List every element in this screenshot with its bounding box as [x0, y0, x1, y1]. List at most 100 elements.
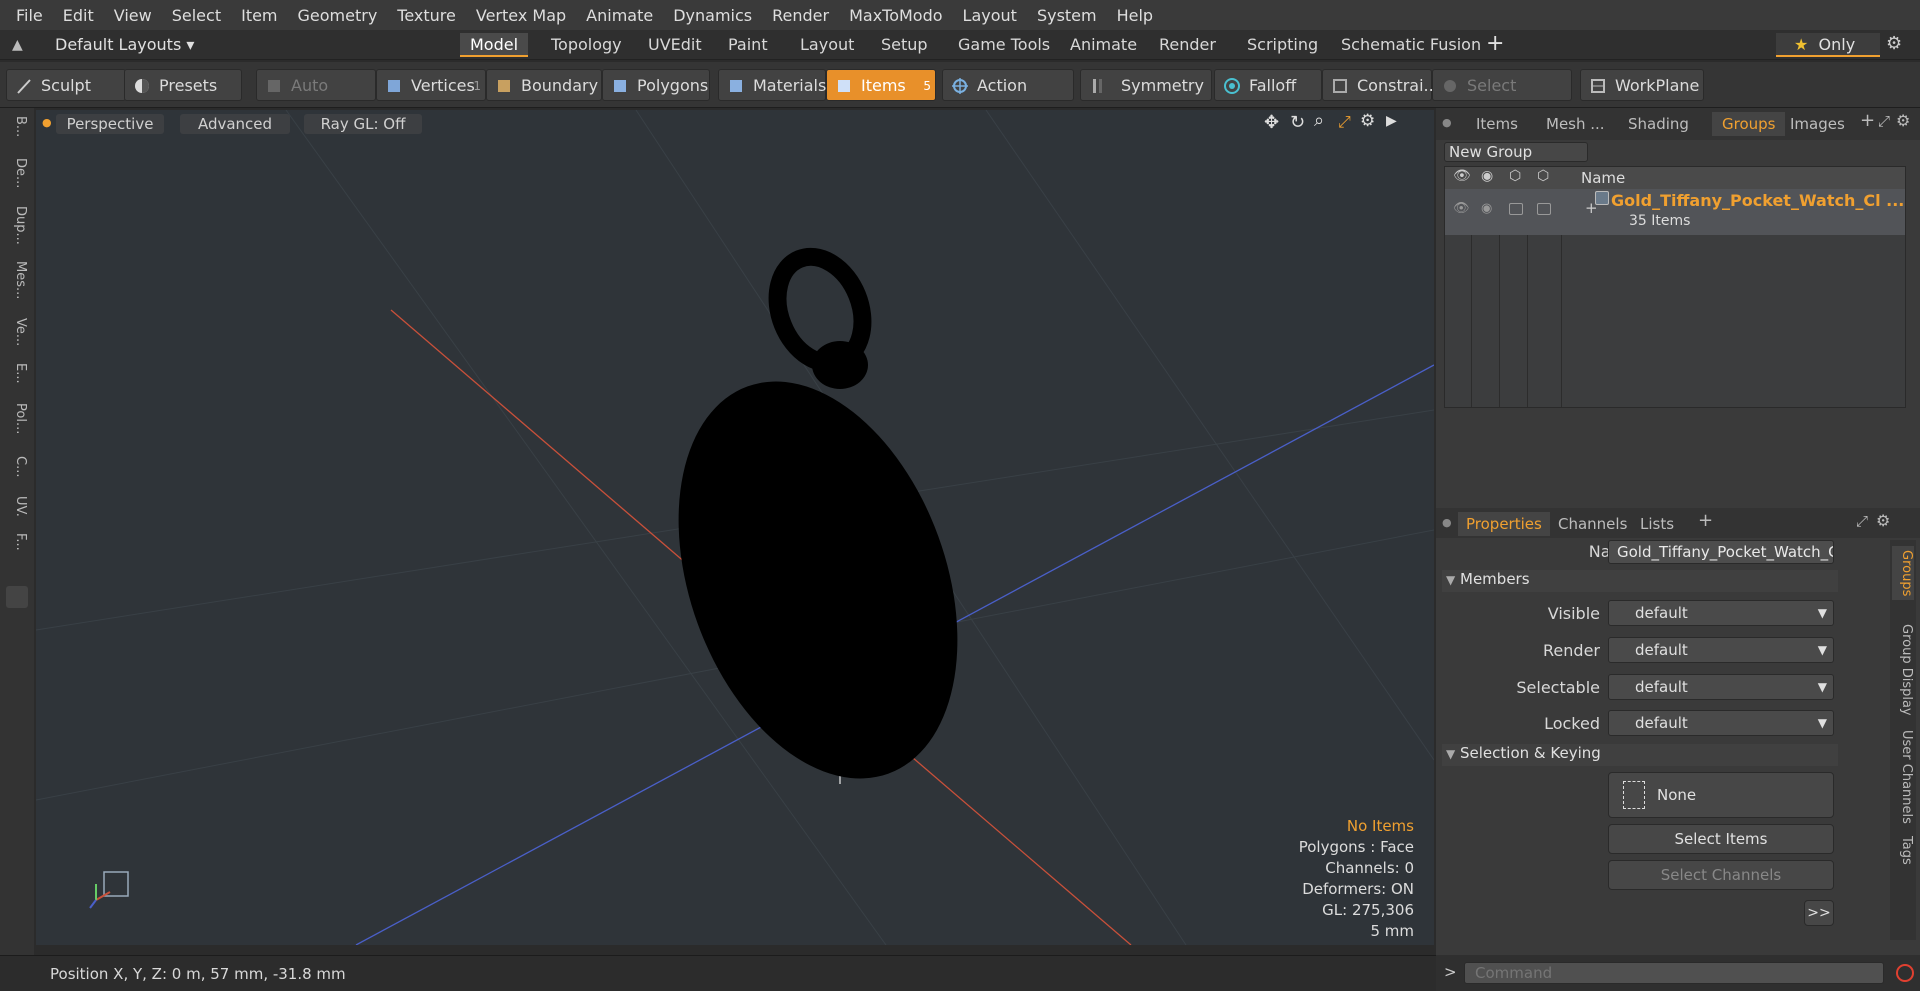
menu-render[interactable]: Render — [762, 6, 839, 25]
menu-file[interactable]: File — [6, 6, 53, 25]
eye-icon[interactable]: 👁 — [1453, 168, 1471, 184]
polygons-button[interactable]: Polygons — [602, 69, 710, 101]
pocket-watch-silhouette[interactable] — [627, 244, 1008, 817]
action-center-button[interactable]: Action Center — [942, 69, 1074, 127]
select-cube-icon[interactable]: ⬡ — [1537, 168, 1549, 184]
side-tab-tags[interactable]: Tags — [1892, 836, 1914, 865]
tab-items[interactable]: Items — [1476, 112, 1518, 136]
visible-dropdown[interactable]: default ▼ — [1608, 600, 1834, 626]
sculpt-button[interactable]: Sculpt — [6, 69, 126, 101]
tab-uvedit[interactable]: UVEdit — [638, 33, 712, 57]
command-input[interactable] — [1464, 962, 1884, 984]
menu-texture[interactable]: Texture — [387, 6, 466, 25]
more-button[interactable]: >> — [1804, 900, 1834, 926]
menu-geometry[interactable]: Geometry — [288, 6, 388, 25]
viewport-menu-arrow-icon[interactable]: ▶ — [1386, 113, 1397, 129]
group-row[interactable]: 👁 ◉ + Gold_Tiffany_Pocket_Watch_Cl ... 3… — [1445, 189, 1905, 235]
3d-viewport[interactable]: No Items Polygons : Face Channels: 0 Def… — [36, 110, 1434, 945]
row-select-checkbox[interactable] — [1537, 203, 1551, 215]
properties-expand-icon[interactable]: ⤢ — [1856, 512, 1868, 530]
tab-render[interactable]: Render — [1149, 33, 1226, 57]
new-group-button[interactable]: New Group — [1444, 142, 1588, 162]
panel-expand-icon[interactable]: ⤢ — [1878, 112, 1890, 130]
selectable-dropdown[interactable]: default ▼ — [1608, 674, 1834, 700]
properties-gear-icon[interactable]: ⚙ — [1876, 511, 1890, 530]
left-tab-uv[interactable]: UV. — [6, 496, 28, 517]
tab-game-tools[interactable]: Game Tools — [948, 33, 1060, 57]
workplane-button[interactable]: WorkPlane — [1580, 69, 1704, 101]
only-button[interactable]: ★ Only — [1776, 33, 1880, 57]
items-button[interactable]: Items 5 — [826, 69, 936, 101]
record-icon[interactable] — [1896, 964, 1914, 982]
menu-help[interactable]: Help — [1107, 6, 1163, 25]
presets-button[interactable]: Presets — [124, 69, 242, 101]
add-tab-icon[interactable]: + — [1486, 31, 1504, 56]
render-dropdown[interactable]: default ▼ — [1608, 637, 1834, 663]
menu-select[interactable]: Select — [162, 6, 231, 25]
menu-system[interactable]: System — [1027, 6, 1107, 25]
default-layouts-dropdown[interactable]: Default Layouts ▾ — [55, 35, 194, 54]
menu-layout[interactable]: Layout — [953, 6, 1027, 25]
left-tab-duplicate[interactable]: Dup... — [6, 206, 28, 245]
none-button[interactable]: None — [1608, 772, 1834, 818]
menu-edit[interactable]: Edit — [53, 6, 104, 25]
selection-keying-section[interactable]: ▼ Selection & Keying — [1442, 744, 1838, 766]
left-tab-vertex[interactable]: Ve... — [6, 318, 28, 346]
tab-images[interactable]: Images — [1790, 112, 1845, 136]
perspective-dropdown[interactable]: Perspective — [56, 114, 164, 134]
tab-shading[interactable]: Shading — [1628, 112, 1689, 136]
collapse-up-icon[interactable]: ▲ — [12, 37, 23, 53]
constraints-button[interactable]: Constrai... — [1322, 69, 1439, 101]
select-channels-button[interactable]: Select Channels — [1608, 860, 1834, 890]
viewport-gear-icon[interactable]: ⚙ — [1360, 111, 1375, 131]
left-tab-deform[interactable]: De... — [6, 158, 28, 188]
menu-dynamics[interactable]: Dynamics — [663, 6, 762, 25]
row-render-icon[interactable]: ◉ — [1481, 201, 1492, 216]
properties-dot-icon[interactable]: ● — [1442, 516, 1452, 529]
left-tab-edge[interactable]: E... — [6, 363, 28, 384]
symmetry-button[interactable]: Symmetry — [1080, 69, 1212, 101]
tab-channels[interactable]: Channels — [1558, 512, 1627, 536]
select-through-button[interactable]: Select Through — [1432, 69, 1572, 127]
rotate-icon[interactable]: ↻ — [1290, 112, 1305, 133]
left-tab-polygon[interactable]: Pol... — [6, 403, 28, 434]
tab-layout[interactable]: Layout — [790, 33, 864, 57]
left-tab-mesh[interactable]: Mes... — [6, 261, 28, 299]
side-tab-user-channels[interactable]: User Channels — [1892, 730, 1914, 824]
select-items-button[interactable]: Select Items — [1608, 824, 1834, 854]
lock-cube-icon[interactable]: ⬡ — [1509, 168, 1521, 184]
menu-item[interactable]: Item — [231, 6, 287, 25]
left-tab-curve[interactable]: C... — [6, 456, 28, 477]
tab-mesh[interactable]: Mesh ... — [1546, 112, 1605, 136]
tab-properties[interactable]: Properties — [1458, 512, 1550, 536]
members-section[interactable]: ▼ Members — [1442, 570, 1838, 592]
boundary-button[interactable]: Boundary — [486, 69, 602, 101]
tab-paint[interactable]: Paint — [718, 33, 778, 57]
locked-dropdown[interactable]: default ▼ — [1608, 710, 1834, 736]
tab-model[interactable]: Model — [460, 33, 529, 57]
left-tab-fusion[interactable]: F... — [6, 533, 28, 551]
materials-button[interactable]: Materials — [718, 69, 826, 101]
viewport-dot-icon[interactable]: ● — [42, 116, 52, 129]
maximize-icon[interactable]: ⤢ — [1338, 112, 1351, 132]
menu-vertex-map[interactable]: Vertex Map — [466, 6, 576, 25]
panel-dot-icon[interactable]: ● — [1442, 116, 1452, 129]
name-field[interactable]: Gold_Tiffany_Pocket_Watch_Closed ( — [1608, 540, 1834, 564]
tab-lists[interactable]: Lists — [1640, 512, 1674, 536]
vertices-button[interactable]: Vertices 1 — [376, 69, 486, 101]
left-tab-basic[interactable]: B... — [6, 116, 28, 137]
tab-animate[interactable]: Animate — [1060, 33, 1147, 57]
pan-icon[interactable]: ✥ — [1264, 112, 1279, 133]
row-lock-checkbox[interactable] — [1509, 203, 1523, 215]
menu-animate[interactable]: Animate — [576, 6, 663, 25]
advanced-dropdown[interactable]: Advanced — [180, 114, 290, 134]
raygl-dropdown[interactable]: Ray GL: Off — [304, 114, 422, 134]
panel-gear-icon[interactable]: ⚙ — [1896, 111, 1910, 130]
zoom-icon[interactable]: ⌕ — [1314, 110, 1324, 131]
tab-schematic-fusion[interactable]: Schematic Fusion — [1331, 33, 1491, 57]
add-panel-tab-icon[interactable]: + — [1860, 110, 1875, 131]
side-tab-group-display[interactable]: Group Display — [1892, 624, 1914, 716]
menu-view[interactable]: View — [104, 6, 162, 25]
falloff-button[interactable]: Falloff — [1214, 69, 1322, 101]
row-eye-icon[interactable]: 👁 — [1453, 201, 1470, 216]
